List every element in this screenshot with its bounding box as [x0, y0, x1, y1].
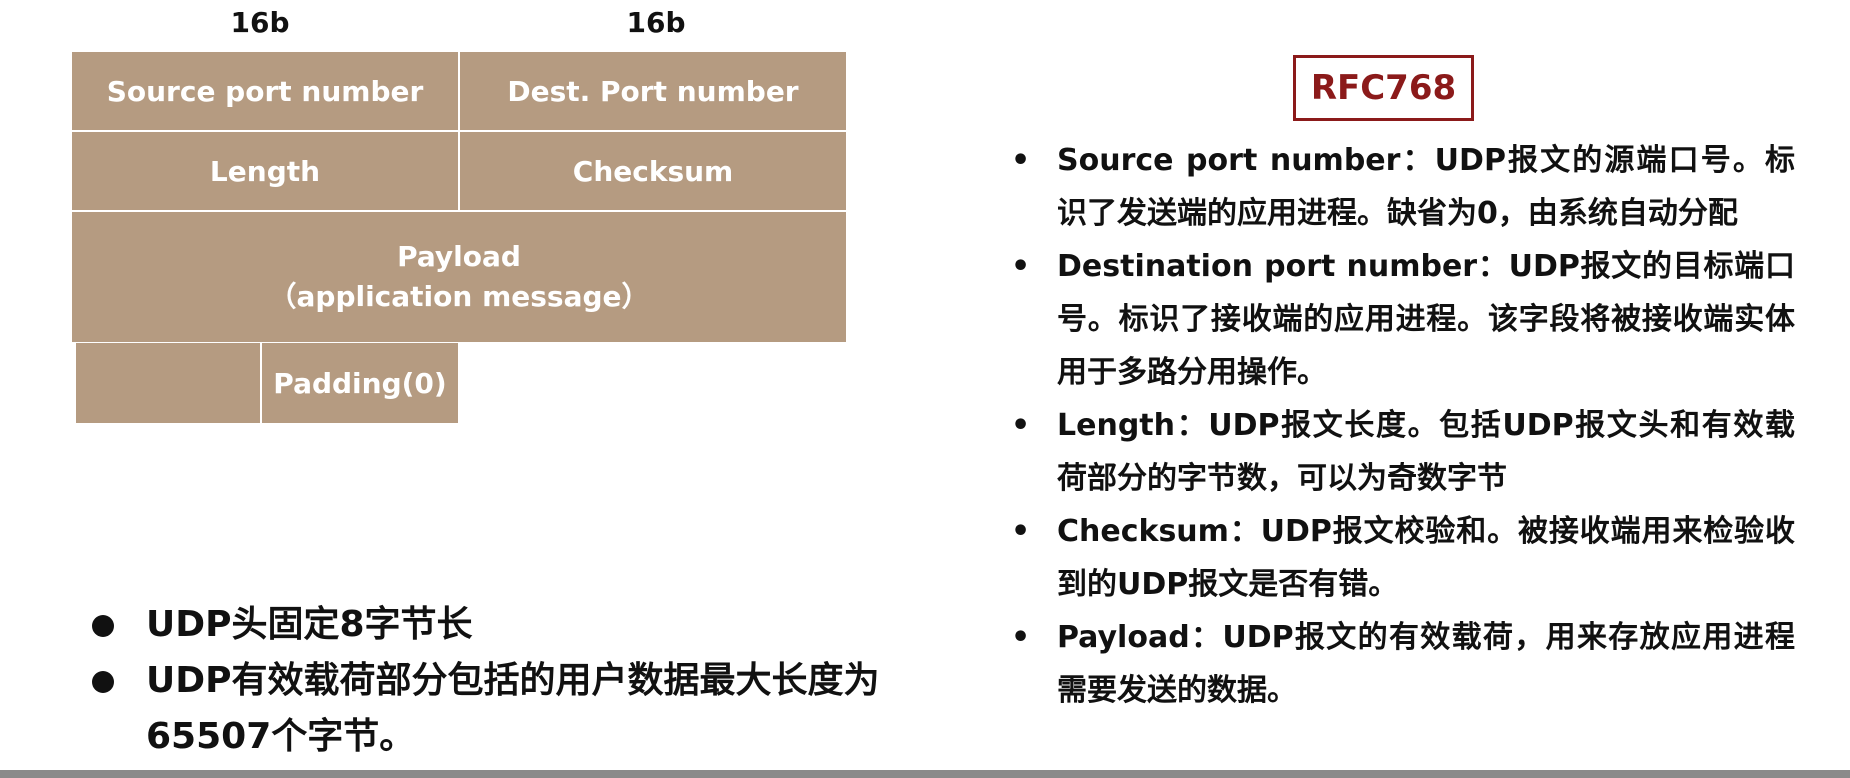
bullet-icon: • — [1011, 249, 1031, 284]
payload-tail-cell — [76, 343, 260, 423]
summary-list: UDP头固定8字节长 UDP有效载荷部分包括的用户数据最大长度为65507个字节… — [92, 597, 892, 765]
description-text: Checksum：UDP报文校验和。被接收端用来检验收到的UDP报文是否有错。 — [1057, 514, 1795, 602]
rfc-label: RFC768 — [1293, 55, 1474, 121]
summary-text: UDP头固定8字节长 — [146, 604, 473, 645]
bullet-icon: • — [1011, 514, 1031, 549]
description-source-port: • Source port number：UDP报文的源端口号。标识了发送端的应… — [1005, 134, 1795, 240]
summary-text: UDP有效载荷部分包括的用户数据最大长度为65507个字节。 — [146, 660, 880, 757]
payload-field: Payload （application message） — [72, 212, 846, 342]
description-text: Source port number：UDP报文的源端口号。标识了发送端的应用进… — [1057, 143, 1795, 231]
bullet-icon: • — [1011, 408, 1031, 443]
payload-title: Payload — [397, 240, 521, 273]
dest-port-field: Dest. Port number — [460, 52, 846, 130]
bullet-icon — [92, 671, 114, 693]
bullet-icon — [92, 615, 114, 637]
description-payload: • Payload：UDP报文的有效载荷，用来存放应用进程需要发送的数据。 — [1005, 611, 1795, 717]
field-description-list: • Source port number：UDP报文的源端口号。标识了发送端的应… — [1005, 134, 1795, 717]
source-port-field: Source port number — [72, 52, 458, 130]
description-length: • Length：UDP报文长度。包括UDP报文头和有效载荷部分的字节数，可以为… — [1005, 399, 1795, 505]
description-text: Destination port number：UDP报文的目标端口号。标识了接… — [1057, 249, 1795, 390]
bottom-divider — [0, 770, 1850, 778]
summary-item-max-payload: UDP有效载荷部分包括的用户数据最大长度为65507个字节。 — [92, 653, 892, 765]
bullet-icon: • — [1011, 620, 1031, 655]
payload-subtitle: （application message） — [268, 280, 650, 313]
padding-field: Padding(0) — [262, 343, 458, 423]
summary-item-header-size: UDP头固定8字节长 — [92, 597, 892, 653]
bit-width-label-right: 16b — [626, 6, 686, 39]
description-text: Length：UDP报文长度。包括UDP报文头和有效载荷部分的字节数，可以为奇数… — [1057, 408, 1795, 496]
description-destination-port: • Destination port number：UDP报文的目标端口号。标识… — [1005, 240, 1795, 399]
checksum-field: Checksum — [460, 132, 846, 210]
description-checksum: • Checksum：UDP报文校验和。被接收端用来检验收到的UDP报文是否有错… — [1005, 505, 1795, 611]
description-text: Payload：UDP报文的有效载荷，用来存放应用进程需要发送的数据。 — [1057, 620, 1795, 708]
length-field: Length — [72, 132, 458, 210]
bullet-icon: • — [1011, 143, 1031, 178]
bit-width-label-left: 16b — [230, 6, 290, 39]
